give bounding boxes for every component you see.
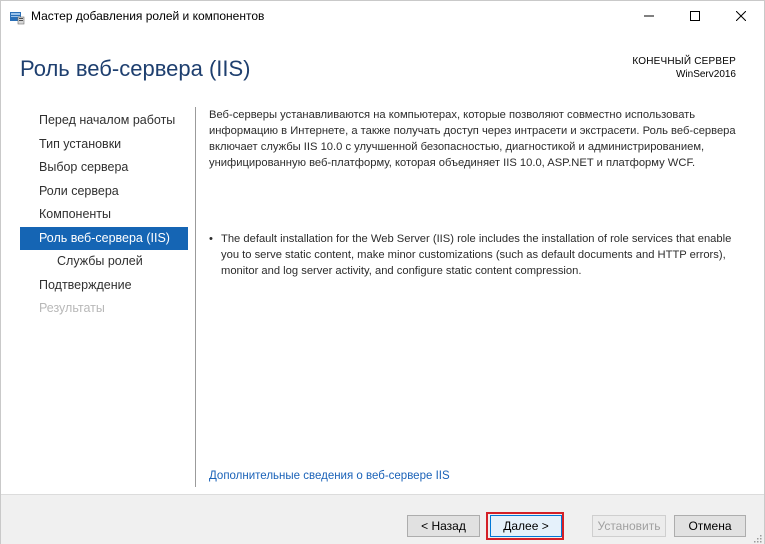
- title-bar[interactable]: Мастер добавления ролей и компонентов: [1, 1, 764, 32]
- role-description: Веб-серверы устанавливаются на компьютер…: [209, 107, 744, 171]
- minimize-button[interactable]: [626, 1, 672, 32]
- close-icon: [736, 11, 746, 21]
- wizard-window: Мастер добавления ролей и компонентов Ро…: [0, 0, 765, 544]
- nav-item-server-selection[interactable]: Выбор сервера: [20, 156, 188, 180]
- maximize-button[interactable]: [672, 1, 718, 32]
- page-title: Роль веб-сервера (IIS): [20, 56, 251, 81]
- window-title: Мастер добавления ролей и компонентов: [31, 9, 265, 23]
- nav-item-results: Результаты: [39, 301, 105, 315]
- nav-item-web-server-role[interactable]: Роль веб-сервера (IIS): [20, 226, 188, 250]
- destination-server-name: WinServ2016: [675, 69, 736, 80]
- server-manager-icon: [10, 12, 25, 25]
- maximize-icon: [690, 11, 700, 21]
- intro-text: Веб-серверы устанавливаются на компьютер…: [209, 109, 736, 169]
- cancel-button[interactable]: Отмена: [674, 515, 746, 537]
- destination-server-label: КОНЕЧНЫЙ СЕРВЕР: [632, 56, 736, 67]
- nav-divider: [195, 107, 196, 487]
- default-installation-note: The default installation for the Web Ser…: [221, 233, 732, 277]
- more-info-link[interactable]: Дополнительные сведения о веб-сервере II…: [209, 470, 450, 482]
- resize-grip-icon[interactable]: [752, 533, 762, 543]
- nav-item-confirmation[interactable]: Подтверждение: [20, 274, 188, 298]
- nav-item-server-roles[interactable]: Роли сервера: [20, 180, 188, 204]
- close-button[interactable]: [718, 1, 764, 32]
- bullet-icon: •: [209, 233, 213, 245]
- notes-list: • The default installation for the Web S…: [209, 231, 744, 279]
- previous-button[interactable]: < Назад: [407, 515, 480, 537]
- minimize-icon: [644, 15, 654, 17]
- nav-item-installation-type[interactable]: Тип установки: [20, 133, 188, 157]
- next-button[interactable]: Далее >: [490, 515, 562, 537]
- wizard-footer: < Назад Далее > Установить Отмена: [1, 494, 764, 544]
- nav-item-role-services[interactable]: Службы ролей: [20, 250, 188, 274]
- nav-item-features[interactable]: Компоненты: [20, 203, 188, 227]
- wizard-nav: Перед началом работы Тип установки Выбор…: [20, 109, 188, 321]
- list-item: • The default installation for the Web S…: [209, 231, 744, 279]
- nav-item-before-you-begin[interactable]: Перед началом работы: [20, 109, 188, 133]
- install-button: Установить: [592, 515, 666, 537]
